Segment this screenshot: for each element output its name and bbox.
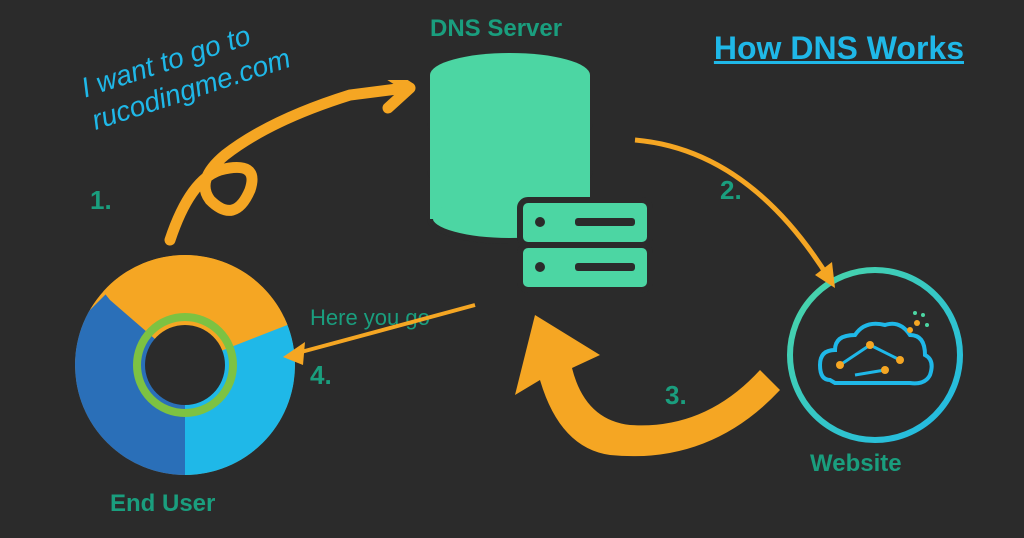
arrow-step-1 <box>150 80 440 265</box>
step-1: 1. <box>90 185 112 216</box>
website-label: Website <box>810 450 902 478</box>
diagram-title: How DNS Works <box>714 30 964 67</box>
browser-icon <box>70 250 300 485</box>
arrow-step-4 <box>275 300 495 385</box>
end-user-label: End User <box>110 490 215 518</box>
arrow-step-3 <box>480 280 800 485</box>
dns-server-label: DNS Server <box>430 15 562 43</box>
